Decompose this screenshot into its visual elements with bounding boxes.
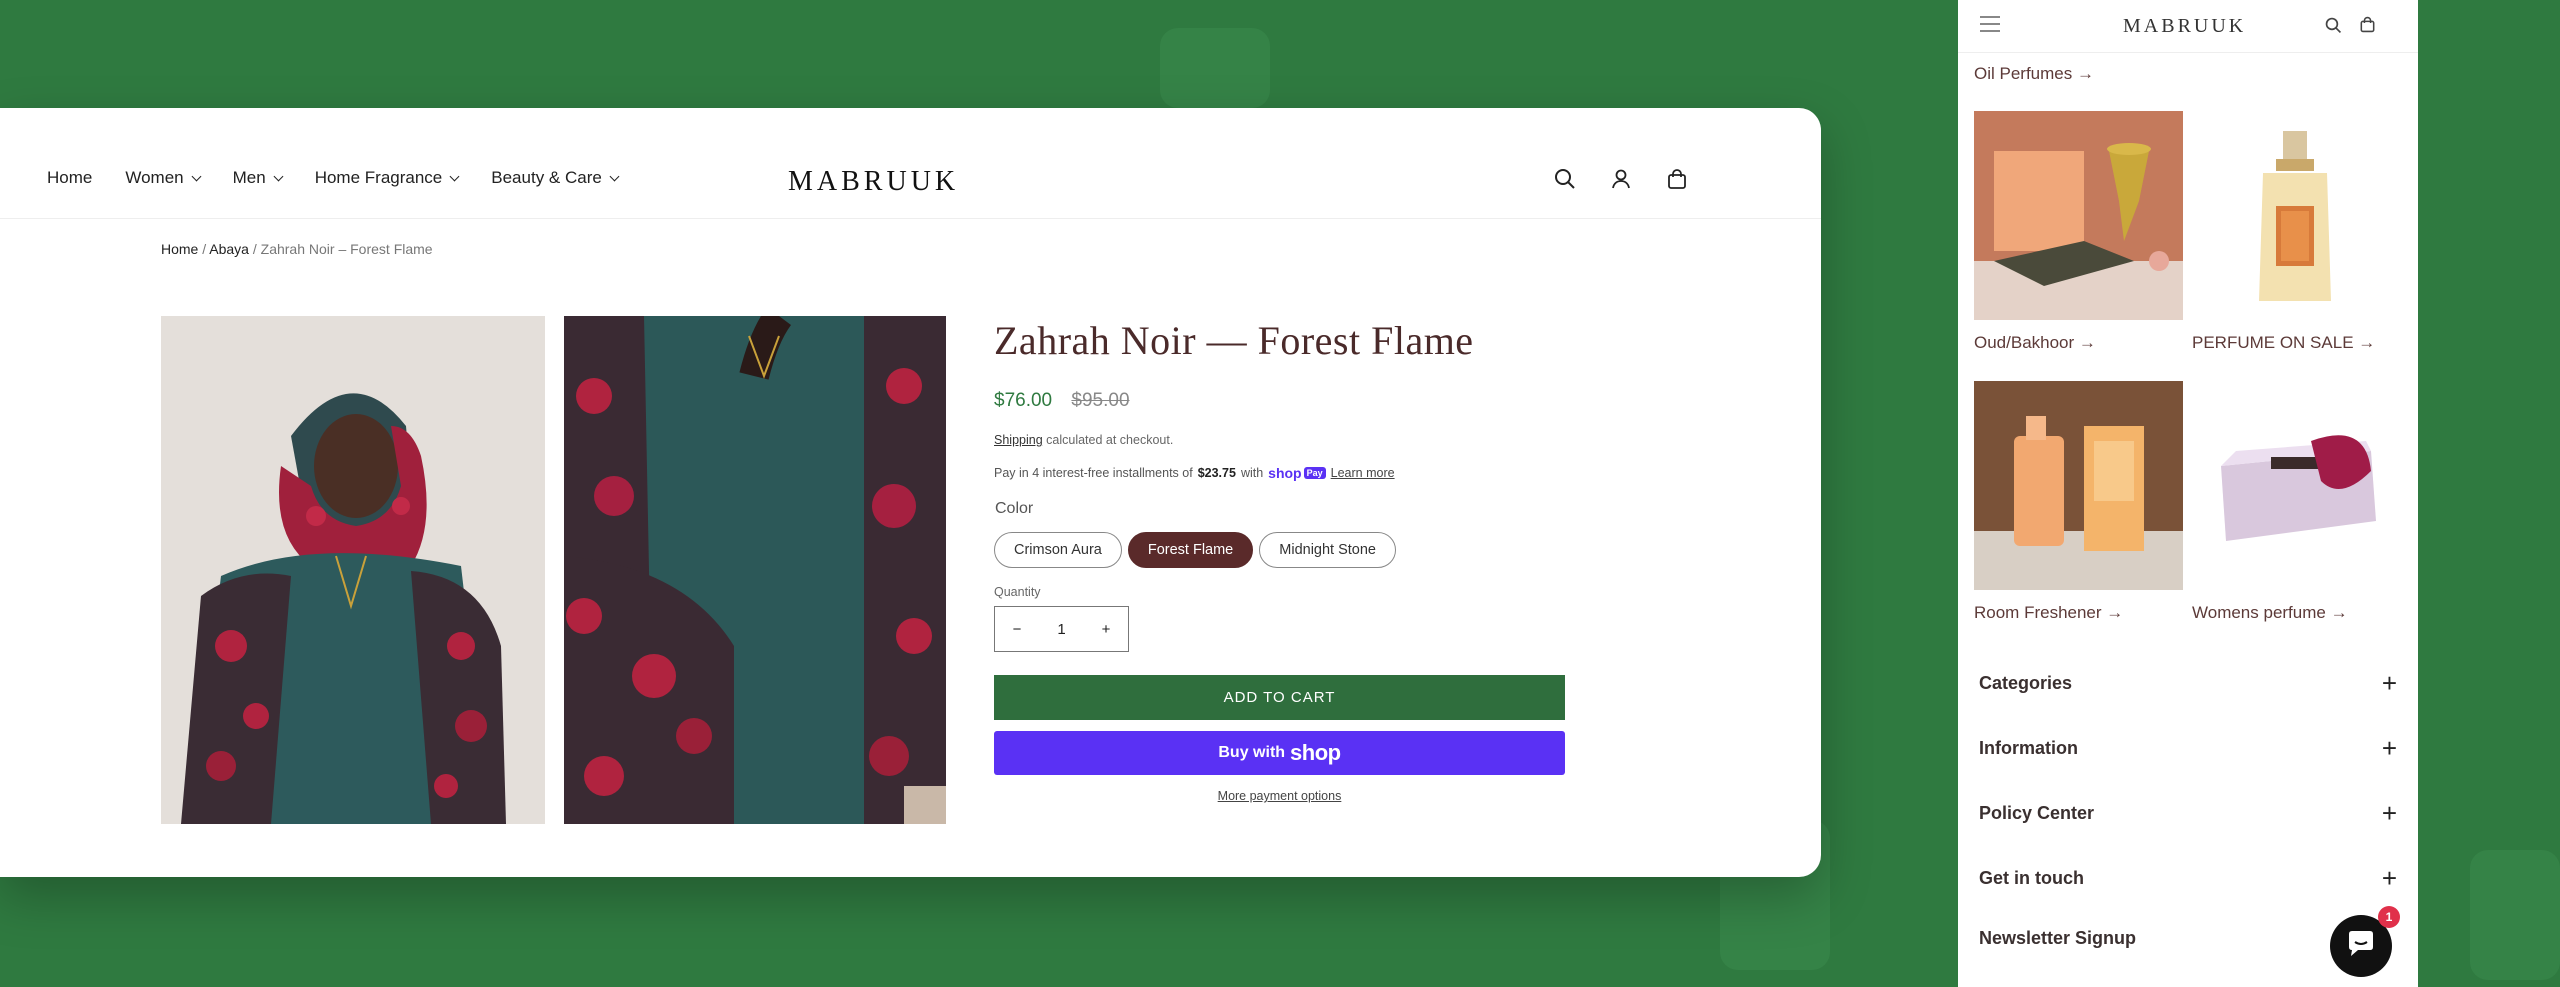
product-image-detail[interactable] <box>564 316 946 824</box>
quantity-input[interactable]: 1 <box>1040 621 1084 638</box>
header-icons <box>1554 168 1688 190</box>
product-image-front[interactable] <box>161 316 545 824</box>
chevron-down-icon <box>609 171 620 181</box>
accordion-label: Get in touch <box>1979 868 2084 888</box>
plus-icon: + <box>2381 668 2397 698</box>
chat-notification-badge: 1 <box>2378 906 2400 928</box>
accordion-information[interactable]: Information + <box>1979 733 2399 764</box>
search-icon[interactable] <box>2325 17 2342 39</box>
shop-pay-tag: Pay <box>1303 467 1326 479</box>
add-to-cart-button[interactable]: ADD TO CART <box>994 675 1565 720</box>
product-price: $76.00 $95.00 <box>994 390 1130 412</box>
chat-icon <box>2346 930 2376 963</box>
accordion-label: Information <box>1979 738 2078 758</box>
nav-men[interactable]: Men <box>232 168 284 188</box>
breadcrumb-abaya[interactable]: Abaya <box>209 241 249 257</box>
tile-link-room-freshener[interactable]: Room Freshener → <box>1974 603 2123 623</box>
nav-women-label: Women <box>125 168 184 187</box>
chevron-down-icon <box>191 171 202 181</box>
breadcrumb: Home / Abaya / Zahrah Noir – Forest Flam… <box>161 241 433 257</box>
more-payment-options-link[interactable]: More payment options <box>994 789 1565 803</box>
store-logo[interactable]: MABRUUK <box>788 166 959 198</box>
main-menu: Home Women Men Home Fragrance Beauty & C… <box>47 168 651 188</box>
background-bag-shape <box>2470 850 2560 980</box>
accordion-label: Categories <box>1979 673 2073 693</box>
product-title: Zahrah Noir — Forest Flame <box>994 318 1474 363</box>
tile-image-womens-perfume[interactable] <box>2191 381 2400 590</box>
plus-icon: + <box>2381 863 2397 893</box>
breadcrumb-separator: / <box>202 241 207 257</box>
shipping-link[interactable]: Shipping <box>994 433 1043 447</box>
installments-with: with <box>1240 466 1264 480</box>
color-label: Color <box>995 500 1034 517</box>
sale-price: $76.00 <box>994 390 1053 411</box>
nav-home-label: Home <box>47 168 93 187</box>
nav-women[interactable]: Women <box>125 168 202 188</box>
buy-with-shop-button[interactable]: Buy with shop <box>994 731 1565 775</box>
header-nav: Home Women Men Home Fragrance Beauty & C… <box>0 108 1821 219</box>
chevron-down-icon <box>449 171 460 181</box>
installments-banner: Pay in 4 interest-free installments of $… <box>994 465 1395 481</box>
accordion-label: Newsletter Signup <box>1979 928 2137 948</box>
background-bag-shape <box>1160 28 1270 108</box>
quantity-decrease-button[interactable]: − <box>995 621 1039 638</box>
buy-with-label: Buy with <box>1218 744 1286 761</box>
plus-icon: + <box>2381 733 2397 763</box>
tile-link-womens-perfume[interactable]: Womens perfume → <box>2192 603 2348 623</box>
accordion-categories[interactable]: Categories + <box>1979 668 2399 699</box>
nav-men-label: Men <box>232 168 266 187</box>
quantity-increase-button[interactable]: + <box>1084 621 1128 638</box>
nav-home-fragrance[interactable]: Home Fragrance <box>314 168 460 188</box>
shop-pay-logo: shop Pay <box>1268 465 1326 481</box>
installments-text: Pay in 4 interest-free installments of <box>994 466 1193 480</box>
shop-pay-word: shop <box>1268 465 1302 481</box>
tile-image-perfume-on-sale[interactable] <box>2191 111 2400 320</box>
tile-image-room-freshener[interactable] <box>1974 381 2183 590</box>
compare-at-price: $95.00 <box>1071 390 1130 411</box>
nav-home-fragrance-label: Home Fragrance <box>314 168 443 187</box>
desktop-preview: Home Women Men Home Fragrance Beauty & C… <box>0 108 1821 877</box>
breadcrumb-home[interactable]: Home <box>161 241 198 257</box>
color-options: Crimson Aura Forest Flame Midnight Stone <box>994 532 1396 568</box>
breadcrumb-current: Zahrah Noir – Forest Flame <box>260 241 433 257</box>
cart-icon[interactable] <box>2359 16 2376 38</box>
breadcrumb-separator: / <box>252 241 257 257</box>
chevron-down-icon <box>273 171 284 181</box>
tile-link-perfume-on-sale[interactable]: PERFUME ON SALE → <box>2192 333 2375 353</box>
learn-more-link[interactable]: Learn more <box>1331 466 1395 480</box>
mobile-preview: MABRUUK Oil Perfumes → Oud/Bakhoor → PER… <box>1958 0 2418 987</box>
oil-perfumes-link[interactable]: Oil Perfumes → <box>1974 64 2094 84</box>
mobile-header: MABRUUK <box>1958 0 2418 53</box>
shipping-text: calculated at checkout. <box>1046 433 1174 447</box>
nav-home[interactable]: Home <box>47 168 92 188</box>
plus-icon: + <box>2381 798 2397 828</box>
mobile-store-logo[interactable]: MABRUUK <box>2123 15 2246 38</box>
color-option-midnight-stone[interactable]: Midnight Stone <box>1259 532 1396 568</box>
tile-link-oud-bakhoor[interactable]: Oud/Bakhoor → <box>1974 333 2096 353</box>
installment-amount: $23.75 <box>1197 466 1236 480</box>
nav-beauty-care[interactable]: Beauty & Care <box>491 168 620 188</box>
quantity-stepper: − 1 + <box>994 606 1129 652</box>
account-icon[interactable] <box>1610 168 1632 190</box>
accordion-get-in-touch[interactable]: Get in touch + <box>1979 863 2399 894</box>
search-icon[interactable] <box>1554 168 1576 190</box>
nav-beauty-care-label: Beauty & Care <box>491 168 602 187</box>
accordion-policy-center[interactable]: Policy Center + <box>1979 798 2399 829</box>
tile-image-oud-bakhoor[interactable] <box>1974 111 2183 320</box>
shop-logo: shop <box>1290 740 1341 765</box>
cart-icon[interactable] <box>1666 168 1688 190</box>
hamburger-menu-icon[interactable] <box>1980 16 2000 37</box>
accordion-label: Policy Center <box>1979 803 2095 823</box>
color-option-crimson-aura[interactable]: Crimson Aura <box>994 532 1122 568</box>
color-option-forest-flame[interactable]: Forest Flame <box>1127 532 1254 568</box>
shipping-note: Shipping calculated at checkout. <box>994 433 1173 447</box>
quantity-label: Quantity <box>994 585 1041 599</box>
